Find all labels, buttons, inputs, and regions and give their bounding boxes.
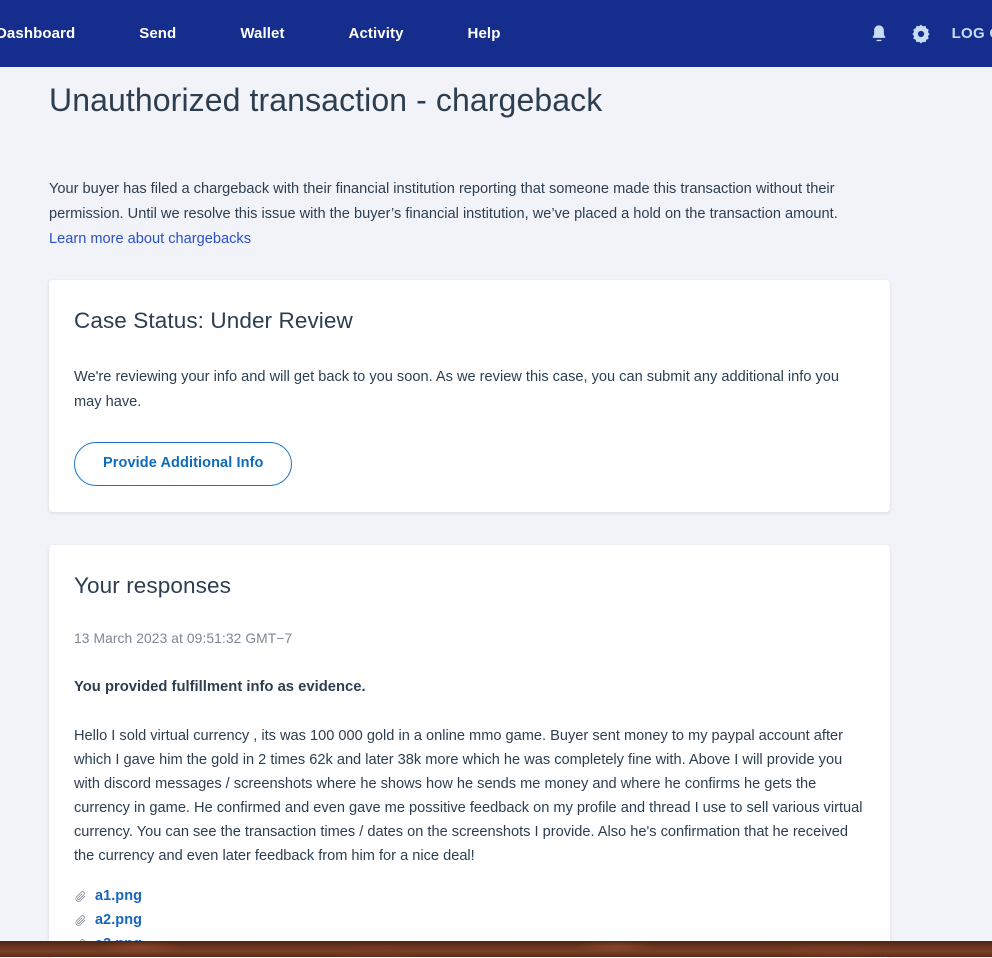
attachment-item: a1.png — [74, 886, 865, 907]
page-content: Unauthorized transaction - chargeback Yo… — [0, 67, 992, 958]
nav-item-help[interactable]: Help — [448, 0, 521, 67]
intro-section: Your buyer has filed a chargeback with t… — [0, 122, 930, 251]
your-responses-card: Your responses 13 March 2023 at 09:51:32… — [49, 545, 890, 958]
intro-paragraph: Your buyer has filed a chargeback with t… — [49, 181, 838, 222]
nav-links-group: Dashboard Send Wallet Activity Help — [0, 0, 532, 67]
case-status-card-inner: Case Status: Under Review We're reviewin… — [49, 280, 890, 486]
case-status-body-text: We're reviewing your info and will get b… — [74, 369, 840, 410]
paperclip-icon — [75, 891, 86, 903]
nav-item-send[interactable]: Send — [119, 0, 196, 67]
nav-item-activity[interactable]: Activity — [329, 0, 424, 67]
logout-button[interactable]: LOG OUT — [952, 25, 992, 42]
top-navigation-bar: Dashboard Send Wallet Activity Help LOG … — [0, 0, 992, 67]
page-title: Unauthorized transaction - chargeback — [49, 82, 603, 118]
attachment-link-a1[interactable]: a1.png — [95, 886, 142, 907]
your-responses-heading: Your responses — [74, 573, 231, 598]
nav-item-wallet[interactable]: Wallet — [220, 0, 304, 67]
attachment-link-a2[interactable]: a2.png — [95, 910, 142, 931]
nav-right-group: LOG OUT — [868, 23, 992, 45]
notifications-button[interactable] — [868, 23, 890, 45]
provide-additional-info-button[interactable]: Provide Additional Info — [74, 442, 293, 486]
bottom-image-strip — [0, 941, 992, 957]
case-status-card: Case Status: Under Review We're reviewin… — [49, 280, 890, 512]
paperclip-icon — [75, 915, 86, 927]
case-status-heading: Case Status: Under Review — [74, 308, 353, 333]
response-body-text: Hello I sold virtual currency , its was … — [74, 728, 863, 865]
learn-more-about-chargebacks-link[interactable]: Learn more about chargebacks — [49, 227, 251, 251]
response-timestamp: 13 March 2023 at 09:51:32 GMT−7 — [74, 631, 293, 647]
settings-button[interactable] — [910, 23, 932, 45]
gear-icon — [911, 24, 930, 44]
your-responses-card-inner: Your responses 13 March 2023 at 09:51:32… — [49, 545, 890, 955]
attachment-item: a2.png — [74, 910, 865, 931]
bell-icon — [872, 24, 885, 41]
response-lead-text: You provided fulfillment info as evidenc… — [74, 679, 366, 696]
nav-item-dashboard[interactable]: Dashboard — [0, 0, 95, 67]
